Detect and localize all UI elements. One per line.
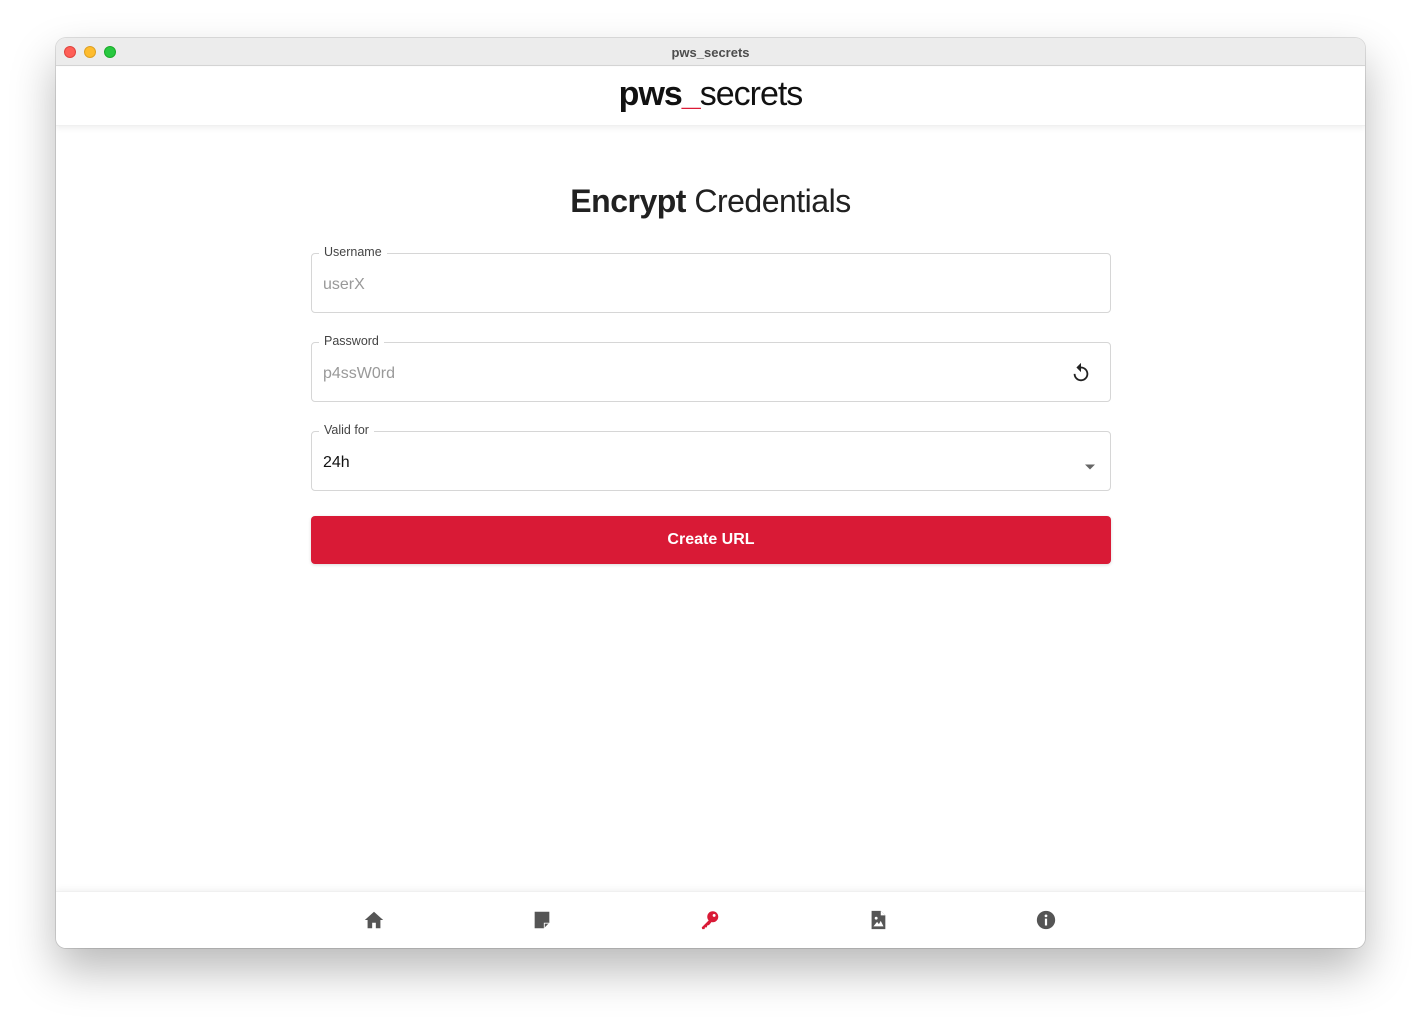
nav-image-file-icon[interactable]	[866, 908, 890, 932]
password-field[interactable]: Password p4ssW0rd	[311, 334, 1111, 402]
password-label: Password	[319, 334, 384, 348]
page-title-rest: Credentials	[685, 183, 851, 219]
username-field[interactable]: Username userX	[311, 245, 1111, 313]
nav-info-icon[interactable]	[1034, 908, 1058, 932]
title-bar: pws_secrets	[56, 38, 1365, 66]
logo-part-secrets: secrets	[699, 75, 804, 113]
note-icon	[534, 911, 550, 929]
window-title: pws_secrets	[671, 45, 750, 60]
page-title: Encrypt Credentials	[56, 183, 1365, 220]
refresh-icon[interactable]	[1070, 362, 1092, 384]
logo-part-pws: pws	[618, 75, 683, 113]
valid-for-value[interactable]: 24h	[323, 454, 350, 472]
nav-note-icon[interactable]	[530, 908, 554, 932]
logo-part-underscore: _	[681, 75, 701, 113]
create-url-button[interactable]: Create URL	[311, 516, 1111, 564]
username-input[interactable]: userX	[323, 276, 365, 294]
nav-key-icon[interactable]	[698, 908, 722, 932]
home-icon	[364, 911, 384, 929]
app-header: pws_secrets	[56, 67, 1365, 126]
page-title-strong: Encrypt	[570, 183, 686, 219]
image-file-icon	[871, 910, 886, 930]
username-label: Username	[319, 245, 387, 259]
dropdown-arrow-icon[interactable]	[1084, 458, 1096, 470]
bottom-navigation	[56, 891, 1365, 948]
app-logo: pws_secrets	[56, 75, 1365, 114]
key-icon	[701, 911, 719, 930]
valid-for-label: Valid for	[319, 423, 374, 437]
info-icon	[1036, 910, 1056, 930]
valid-for-select[interactable]: Valid for 24h	[311, 423, 1111, 491]
nav-home-icon[interactable]	[362, 908, 386, 932]
password-input[interactable]: p4ssW0rd	[323, 365, 395, 383]
app-window: pws_secrets pws_secrets Encrypt Credenti…	[56, 38, 1365, 948]
